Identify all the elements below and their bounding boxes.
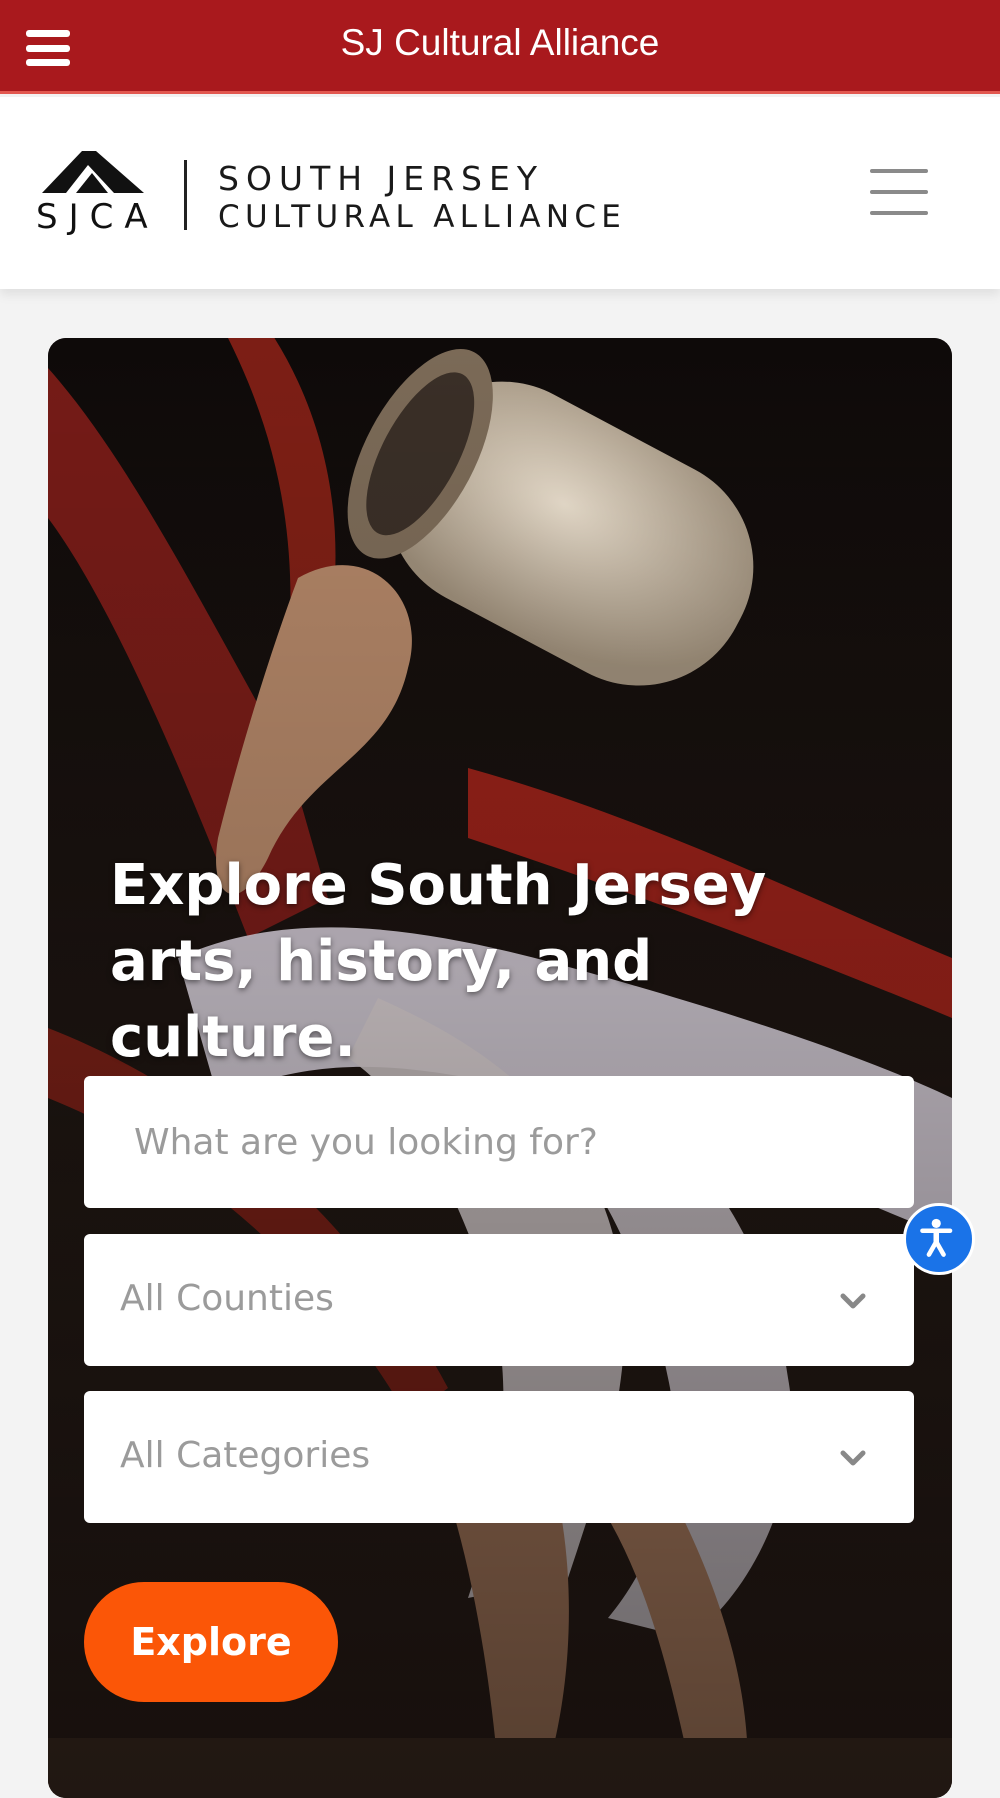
explore-button[interactable]: Explore	[84, 1582, 338, 1702]
accessibility-button[interactable]	[903, 1203, 975, 1275]
top-bar: SJ Cultural Alliance	[0, 0, 1000, 94]
chevron-down-icon	[840, 1293, 866, 1309]
county-select[interactable]: All Counties	[84, 1234, 914, 1366]
county-select-value: All Counties	[120, 1278, 334, 1319]
logo-divider	[184, 160, 187, 230]
sjca-logo[interactable]: SJCA SOUTH JERSEY CULTURAL ALLIANCE	[36, 147, 626, 247]
hero-headline: Explore South Jersey arts, history, and …	[110, 853, 767, 1070]
search-field[interactable]	[84, 1076, 914, 1208]
accessibility-icon	[920, 1218, 953, 1257]
search-input[interactable]	[84, 1076, 914, 1208]
site-title: SJ Cultural Alliance	[340, 22, 660, 63]
logo-line-1: SOUTH JERSEY	[218, 159, 545, 198]
category-select[interactable]: All Categories	[84, 1391, 914, 1523]
logo-line-2: CULTURAL ALLIANCE	[218, 199, 627, 235]
site-header: SJCA SOUTH JERSEY CULTURAL ALLIANCE	[0, 97, 1000, 289]
chevron-down-icon	[840, 1450, 866, 1466]
logo-mark-text: SJCA	[36, 197, 159, 237]
hero-card: Explore South Jersey arts, history, and …	[48, 338, 952, 1798]
main-menu-button[interactable]	[870, 169, 928, 215]
category-select-value: All Categories	[120, 1435, 371, 1476]
